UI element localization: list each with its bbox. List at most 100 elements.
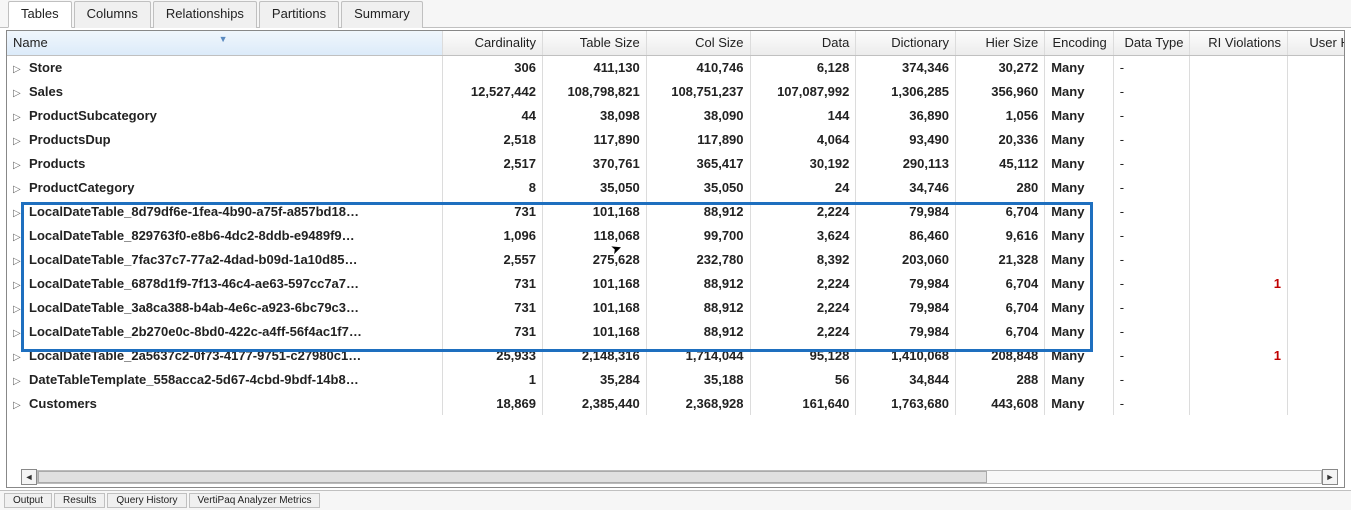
column-header-encoding[interactable]: Encoding: [1045, 31, 1113, 55]
horizontal-scrollbar[interactable]: ◄ ►: [21, 469, 1338, 485]
bottom-tab-query-history[interactable]: Query History: [107, 493, 186, 508]
cell-dataType: -: [1113, 295, 1190, 319]
expand-icon[interactable]: ▷: [13, 88, 23, 99]
scroll-track[interactable]: [37, 470, 1322, 484]
bottom-tab-vertipaq-analyzer-metrics[interactable]: VertiPaq Analyzer Metrics: [189, 493, 321, 508]
expand-icon[interactable]: ▷: [13, 328, 23, 339]
cell-name: ▷LocalDateTable_829763f0-e8b6-4dc2-8ddb-…: [7, 223, 443, 247]
table-row[interactable]: ▷Customers18,8692,385,4402,368,928161,64…: [7, 391, 1344, 415]
expand-icon[interactable]: ▷: [13, 112, 23, 123]
cell-userHie: 1: [1288, 199, 1344, 223]
cell-userHie: 1: [1288, 223, 1344, 247]
cell-colSize: 108,751,237: [646, 79, 750, 103]
cell-userHie: 1: [1288, 319, 1344, 343]
top-tab-partitions[interactable]: Partitions: [259, 1, 339, 28]
table-row[interactable]: ▷Products2,517370,761365,41730,192290,11…: [7, 151, 1344, 175]
cell-data: 2,224: [750, 271, 856, 295]
table-row[interactable]: ▷ProductCategory835,05035,0502434,746280…: [7, 175, 1344, 199]
table-row[interactable]: ▷LocalDateTable_3a8ca388-b4ab-4e6c-a923-…: [7, 295, 1344, 319]
cell-dictionary: 36,890: [856, 103, 956, 127]
cell-ri: [1190, 103, 1288, 127]
cell-tableSize: 275,628: [542, 247, 646, 271]
column-header-dataType[interactable]: Data Type: [1113, 31, 1190, 55]
cell-colSize: 88,912: [646, 319, 750, 343]
cell-encoding: Many: [1045, 367, 1113, 391]
cell-encoding: Many: [1045, 199, 1113, 223]
cell-dataType: -: [1113, 367, 1190, 391]
table-row[interactable]: ▷ DateTableTemplate_558acca2-5d67-4cbd-9b…: [7, 367, 1344, 391]
cell-colSize: 88,912: [646, 271, 750, 295]
top-tab-relationships[interactable]: Relationships: [153, 1, 257, 28]
cell-dataType: -: [1113, 391, 1190, 415]
expand-icon[interactable]: ▷: [13, 64, 23, 75]
cell-data: 4,064: [750, 127, 856, 151]
scroll-right-button[interactable]: ►: [1322, 469, 1338, 485]
row-name: LocalDateTable_2a5637c2-0f73-4177-9751-c…: [29, 348, 361, 363]
cell-dictionary: 93,490: [856, 127, 956, 151]
cell-dataType: -: [1113, 319, 1190, 343]
cell-hierSize: 6,704: [955, 199, 1044, 223]
table-row[interactable]: ▷LocalDateTable_829763f0-e8b6-4dc2-8ddb-…: [7, 223, 1344, 247]
cell-userHie: -: [1288, 127, 1344, 151]
table-row[interactable]: ▷LocalDateTable_7fac37c7-77a2-4dad-b09d-…: [7, 247, 1344, 271]
table-row[interactable]: ▷Store306411,130410,7466,128374,34630,27…: [7, 55, 1344, 79]
table-row[interactable]: ▷ProductSubcategory4438,09838,09014436,8…: [7, 103, 1344, 127]
cell-dictionary: 79,984: [856, 199, 956, 223]
expand-icon[interactable]: ▷: [13, 304, 23, 315]
column-header-dictionary[interactable]: Dictionary: [856, 31, 956, 55]
table-row[interactable]: ▷ProductsDup2,518117,890117,8904,06493,4…: [7, 127, 1344, 151]
cell-hierSize: 288: [955, 367, 1044, 391]
column-header-ri[interactable]: RI Violations: [1190, 31, 1288, 55]
expand-icon[interactable]: ▷: [13, 160, 23, 171]
table-row[interactable]: ▷LocalDateTable_6878d1f9-7f13-46c4-ae63-…: [7, 271, 1344, 295]
table-row[interactable]: ▷ LocalDateTable_2a5637c2-0f73-4177-9751-…: [7, 343, 1344, 367]
expand-icon[interactable]: ▷: [13, 256, 23, 267]
column-header-hierSize[interactable]: Hier Size: [955, 31, 1044, 55]
row-name: ProductCategory: [29, 180, 134, 195]
cell-tableSize: 101,168: [542, 295, 646, 319]
cell-cardinality: 2,557: [443, 247, 543, 271]
top-tab-columns[interactable]: Columns: [74, 1, 151, 28]
row-name: Sales: [29, 84, 63, 99]
cell-userHie: -: [1288, 367, 1344, 391]
bottom-tab-output[interactable]: Output: [4, 493, 52, 508]
table-row[interactable]: ▷LocalDateTable_8d79df6e-1fea-4b90-a75f-…: [7, 199, 1344, 223]
column-header-cardinality[interactable]: Cardinality: [443, 31, 543, 55]
column-header-userHie[interactable]: User Hie: [1288, 31, 1344, 55]
expand-icon[interactable]: ▷: [13, 280, 23, 291]
cell-data: 107,087,992: [750, 79, 856, 103]
cell-dataType: -: [1113, 343, 1190, 367]
expand-icon[interactable]: ▷: [13, 352, 23, 363]
top-tab-tables[interactable]: Tables: [8, 1, 72, 28]
row-name: ProductsDup: [29, 132, 111, 147]
row-name: DateTableTemplate_558acca2-5d67-4cbd-9bd…: [29, 372, 359, 387]
cell-data: 161,640: [750, 391, 856, 415]
column-header-tableSize[interactable]: Table Size: [542, 31, 646, 55]
column-header-name[interactable]: Name▼: [7, 31, 443, 55]
cell-colSize: 2,368,928: [646, 391, 750, 415]
expand-icon[interactable]: ▷: [13, 184, 23, 195]
expand-icon[interactable]: ▷: [13, 208, 23, 219]
cell-cardinality: 306: [443, 55, 543, 79]
column-header-colSize[interactable]: Col Size: [646, 31, 750, 55]
cell-userHie: -: [1288, 151, 1344, 175]
table-row[interactable]: ▷LocalDateTable_2b270e0c-8bd0-422c-a4ff-…: [7, 319, 1344, 343]
expand-icon[interactable]: ▷: [13, 136, 23, 147]
expand-icon[interactable]: ▷: [13, 376, 23, 387]
cell-name: ▷Products: [7, 151, 443, 175]
column-header-data[interactable]: Data: [750, 31, 856, 55]
cell-colSize: 88,912: [646, 295, 750, 319]
table-row[interactable]: ▷Sales12,527,442108,798,821108,751,23710…: [7, 79, 1344, 103]
cell-ri: [1190, 151, 1288, 175]
expand-icon[interactable]: ▷: [13, 400, 23, 411]
expand-icon[interactable]: ▷: [13, 232, 23, 243]
scroll-thumb[interactable]: [38, 471, 987, 483]
cell-data: 6,128: [750, 55, 856, 79]
scroll-left-button[interactable]: ◄: [21, 469, 37, 485]
cell-tableSize: 370,761: [542, 151, 646, 175]
bottom-tab-results[interactable]: Results: [54, 493, 105, 508]
cell-name: ▷LocalDateTable_2b270e0c-8bd0-422c-a4ff-…: [7, 319, 443, 343]
cell-ri: [1190, 223, 1288, 247]
cell-dataType: -: [1113, 223, 1190, 247]
top-tab-summary[interactable]: Summary: [341, 1, 423, 28]
